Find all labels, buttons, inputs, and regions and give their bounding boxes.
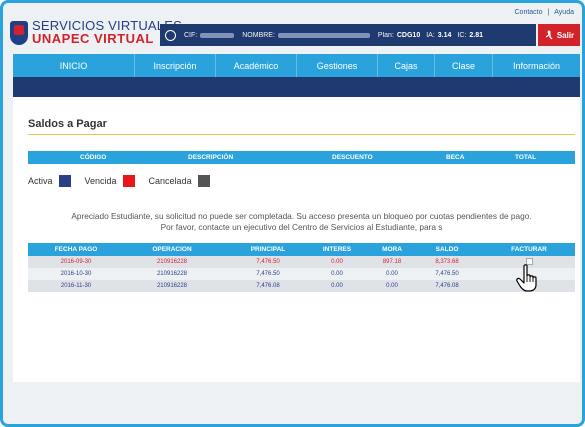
ic-label: IC: [457,31,467,39]
col-saldo: SALDO [435,246,459,253]
col-descripcion: DESCRIPCIÓN [188,154,234,161]
tab-inscripcion[interactable]: Inscripción [135,54,216,77]
tab-inicio[interactable]: INICIO [13,54,135,77]
nombre-label: NOMBRE: [242,31,275,39]
col-codigo: CÓDIGO [80,154,107,161]
cif-value-redacted [200,32,235,38]
col-total: TOTAL [515,154,537,161]
cell-saldo: 7,476.50 [435,271,459,277]
col-facturar: FACTURAR [511,246,547,253]
ic-value: 2.81 [469,31,483,39]
table-row: 2016-10-30 210916228 7,476.50 0.00 0.00 … [28,268,575,280]
legend-vencida-swatch [122,175,135,187]
cell-fecha: 2016-09-30 [60,259,92,265]
link-separator: | [547,9,550,16]
col-operacion: OPERACION [152,246,192,253]
message-line2: Por favor, contacte un ejecutivo del Cen… [160,222,443,232]
status-legend: Activa Vencida Cancelada [28,175,224,187]
summary-table-header: CÓDIGO DESCRIPCIÓN DESCUENTO BECA TOTAL [28,151,575,164]
cell-saldo: 7,476.08 [435,283,459,289]
logout-icon [545,30,553,40]
plan-value: CDG10 [396,31,421,39]
main-content: Saldos a Pagar CÓDIGO DESCRIPCIÓN DESCUE… [13,97,580,382]
cell-fecha: 2016-11-30 [60,283,92,289]
app-frame: Contacto | Ayuda SERVICIOS VIRTUALES UNA… [0,0,585,427]
student-info-bar: CIF: NOMBRE: Plan: CDG10 IA: 3.14 IC: 2.… [160,24,536,46]
col-descuento: DESCUENTO [332,154,373,161]
contacto-link[interactable]: Contacto [515,9,543,16]
hand-pointer-icon [516,264,537,292]
blocked-message: Apreciado Estudiante, su solicitud no pu… [28,211,575,233]
tab-clase[interactable]: Clase [435,54,493,77]
nav-underbar [13,77,580,97]
ayuda-link[interactable]: Ayuda [554,9,574,16]
cif-label: CIF: [184,31,198,39]
legend-cancelada-label: Cancelada [148,176,192,186]
shield-logo-icon [10,20,28,45]
logo[interactable]: SERVICIOS VIRTUALES UNAPEC VIRTUAL [10,19,182,46]
legend-vencida-label: Vencida [84,176,117,186]
page-title: Saldos a Pagar [28,118,107,130]
cell-operacion: 210916228 [156,283,188,289]
col-beca: BECA [446,154,465,161]
table-row: 2016-11-30 210916228 7,476.08 0.00 0.00 … [28,280,575,292]
tab-academico[interactable]: Académico [216,54,297,77]
cell-operacion: 210916228 [156,271,188,277]
main-nav: INICIO Inscripción Académico Gestiones C… [13,54,580,77]
plan-label: Plan: [377,31,394,39]
table-row: 2016-09-30 210916228 7,476.50 0.00 897.1… [28,256,575,268]
ia-label: IA: [426,31,435,39]
cell-operacion: 210916228 [156,259,188,265]
legend-cancelada-swatch [197,175,210,187]
top-links: Contacto | Ayuda [512,9,575,16]
cell-saldo: 8,373.68 [435,259,459,265]
tab-cajas[interactable]: Cajas [378,54,435,77]
legend-activa-label: Activa [28,176,53,186]
payments-table: FECHA PAGO OPERACION PRINCIPAL INTERES M… [28,243,575,292]
payments-table-header: FECHA PAGO OPERACION PRINCIPAL INTERES M… [28,243,575,256]
logout-label: Salir [556,30,575,40]
logout-button[interactable]: Salir [538,24,580,46]
tab-gestiones[interactable]: Gestiones [297,54,378,77]
legend-activa-swatch [58,175,71,187]
ia-value: 3.14 [437,31,452,39]
user-circle-icon [165,29,176,41]
cell-fecha: 2016-10-30 [60,271,92,277]
col-fecha-pago: FECHA PAGO [54,246,98,253]
title-divider [28,134,575,135]
tab-informacion[interactable]: Información [493,54,580,77]
message-line1: Apreciado Estudiante, su solicitud no pu… [71,211,532,221]
nombre-value-redacted [277,32,370,38]
